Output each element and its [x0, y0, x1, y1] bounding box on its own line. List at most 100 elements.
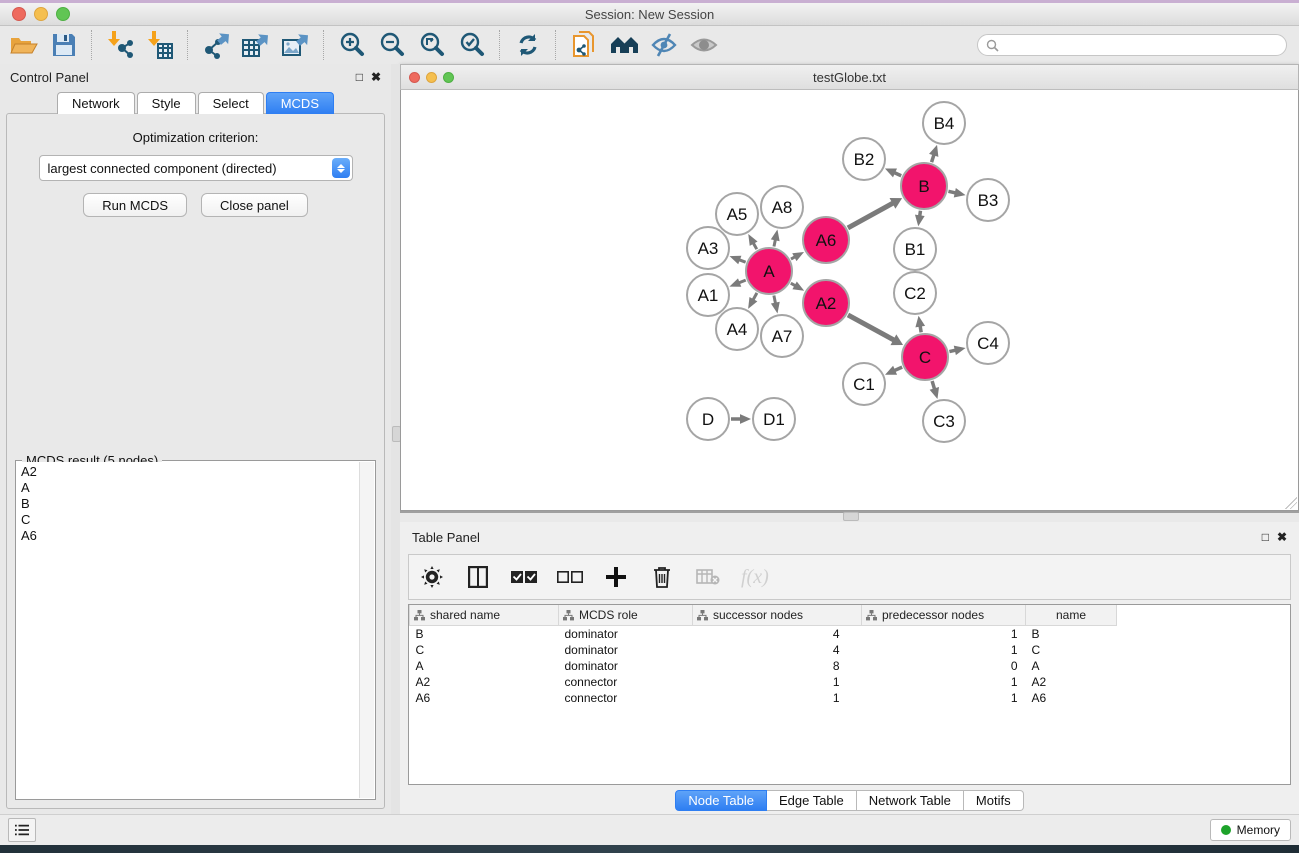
- function-builder-button-disabled[interactable]: f(x): [741, 564, 769, 590]
- node-label-A7: A7: [772, 327, 793, 346]
- gear-icon: [421, 566, 443, 588]
- column-header-predecessor-nodes[interactable]: predecessor nodes: [862, 605, 1026, 626]
- column-header-successor-nodes[interactable]: successor nodes: [693, 605, 862, 626]
- save-session-button[interactable]: [46, 29, 82, 61]
- network-graph[interactable]: B4B2BB3A5A8A6B1A3AC2A1A2A4A7C4CC1C3DD1: [401, 90, 1298, 510]
- mcds-result-item[interactable]: A6: [21, 528, 356, 544]
- home-layout-button[interactable]: [606, 29, 642, 61]
- zoom-out-button[interactable]: [374, 29, 410, 61]
- import-network-button[interactable]: [102, 29, 138, 61]
- export-network-button[interactable]: [198, 29, 234, 61]
- mcds-result-item[interactable]: C: [21, 512, 356, 528]
- splitter-grip[interactable]: [843, 512, 859, 521]
- export-table-button[interactable]: [238, 29, 274, 61]
- mcds-result-scrollbar[interactable]: [359, 462, 374, 798]
- delete-table-button-disabled[interactable]: [695, 564, 721, 590]
- tab-select[interactable]: Select: [198, 92, 264, 114]
- copy-network-icon: [570, 30, 598, 60]
- tab-style[interactable]: Style: [137, 92, 196, 114]
- node-label-A8: A8: [772, 198, 793, 217]
- delete-column-button[interactable]: [649, 564, 675, 590]
- network-canvas[interactable]: B4B2BB3A5A8A6B1A3AC2A1A2A4A7C4CC1C3DD1: [400, 90, 1299, 511]
- search-input[interactable]: [1004, 37, 1278, 53]
- refresh-button[interactable]: [510, 29, 546, 61]
- zoom-out-icon: [378, 31, 406, 59]
- table-row[interactable]: A2connector11A2: [410, 674, 1117, 690]
- toolbar-separator: [323, 30, 325, 60]
- float-panel-icon[interactable]: □: [1262, 531, 1269, 543]
- edge-A2-C[interactable]: [848, 315, 895, 341]
- cell-shared-name: A2: [410, 674, 559, 690]
- application-window: Session: New Session: [0, 0, 1299, 853]
- close-panel-icon[interactable]: ✖: [1277, 531, 1287, 543]
- node-label-B: B: [918, 177, 929, 196]
- tab-network-table[interactable]: Network Table: [857, 790, 964, 811]
- open-session-button[interactable]: [6, 29, 42, 61]
- window-title: Session: New Session: [0, 7, 1299, 22]
- float-panel-icon[interactable]: □: [356, 71, 363, 83]
- run-mcds-button[interactable]: Run MCDS: [83, 193, 187, 217]
- hide-panel-button[interactable]: [646, 29, 682, 61]
- select-all-button[interactable]: [511, 564, 537, 590]
- tab-node-table[interactable]: Node Table: [675, 790, 767, 811]
- zoom-selected-button[interactable]: [454, 29, 490, 61]
- export-image-button[interactable]: [278, 29, 314, 61]
- checked-boxes-icon: [511, 570, 537, 584]
- close-panel-button[interactable]: Close panel: [201, 193, 308, 217]
- column-edit-icon: [563, 610, 574, 621]
- copy-network-button[interactable]: [566, 29, 602, 61]
- tab-motifs[interactable]: Motifs: [964, 790, 1024, 811]
- table-panel: Table Panel □ ✖: [400, 522, 1299, 815]
- show-panels-list-button[interactable]: [8, 818, 36, 842]
- zoom-in-button[interactable]: [334, 29, 370, 61]
- criterion-dropdown[interactable]: largest connected component (directed): [39, 155, 353, 181]
- mcds-result-list[interactable]: A2ABCA6: [17, 462, 360, 798]
- cell-name: A2: [1026, 674, 1117, 690]
- cell-shared-name: C: [410, 642, 559, 658]
- column-edit-icon: [697, 610, 708, 621]
- mcds-result-item[interactable]: A: [21, 480, 356, 496]
- network-window-titlebar: testGlobe.txt: [400, 64, 1299, 90]
- column-header-shared-name[interactable]: shared name: [410, 605, 559, 626]
- arrowhead: [954, 346, 966, 356]
- table-row[interactable]: A6connector11A6: [410, 690, 1117, 706]
- edge-A6-B[interactable]: [848, 202, 894, 228]
- tab-network[interactable]: Network: [57, 92, 135, 114]
- node-label-B2: B2: [854, 150, 875, 169]
- arrowhead: [730, 256, 742, 264]
- show-panel-button[interactable]: [686, 29, 722, 61]
- column-header-name[interactable]: name: [1026, 605, 1117, 626]
- toolbar-separator: [555, 30, 557, 60]
- network-view-window: testGlobe.txt B4B2BB3A5A8A6B1A3AC2A1A2A4…: [400, 64, 1299, 511]
- deselect-all-button[interactable]: [557, 564, 583, 590]
- table-row[interactable]: Bdominator41B: [410, 626, 1117, 643]
- tab-edge-table[interactable]: Edge Table: [767, 790, 857, 811]
- export-image-icon: [281, 30, 311, 60]
- node-label-C4: C4: [977, 334, 999, 353]
- horizontal-splitter[interactable]: [400, 511, 1299, 522]
- show-columns-button[interactable]: [465, 564, 491, 590]
- node-table-container[interactable]: shared name MCDS rolesuccessor nodesprede…: [408, 604, 1291, 785]
- vertical-splitter[interactable]: [391, 64, 400, 815]
- import-table-button[interactable]: [142, 29, 178, 61]
- add-column-button[interactable]: [603, 564, 629, 590]
- zoom-fit-button[interactable]: [414, 29, 450, 61]
- memory-button[interactable]: Memory: [1210, 819, 1291, 841]
- search-field[interactable]: [977, 34, 1287, 56]
- export-network-icon: [201, 30, 231, 60]
- node-label-C: C: [919, 348, 931, 367]
- table-options-button[interactable]: [419, 564, 445, 590]
- window-resize-grip[interactable]: [1285, 497, 1297, 509]
- import-network-icon: [106, 30, 134, 60]
- table-row[interactable]: Cdominator41C: [410, 642, 1117, 658]
- eye-slash-icon: [650, 32, 678, 58]
- mcds-result-item[interactable]: B: [21, 496, 356, 512]
- close-panel-icon[interactable]: ✖: [371, 71, 381, 83]
- desktop-edge-bottom: [0, 845, 1299, 853]
- node-label-A5: A5: [727, 205, 748, 224]
- table-row[interactable]: Adominator80A: [410, 658, 1117, 674]
- column-header-MCDS-role[interactable]: MCDS role: [559, 605, 693, 626]
- column-label: shared name: [430, 608, 500, 622]
- tab-mcds[interactable]: MCDS: [266, 92, 334, 114]
- mcds-result-item[interactable]: A2: [21, 464, 356, 480]
